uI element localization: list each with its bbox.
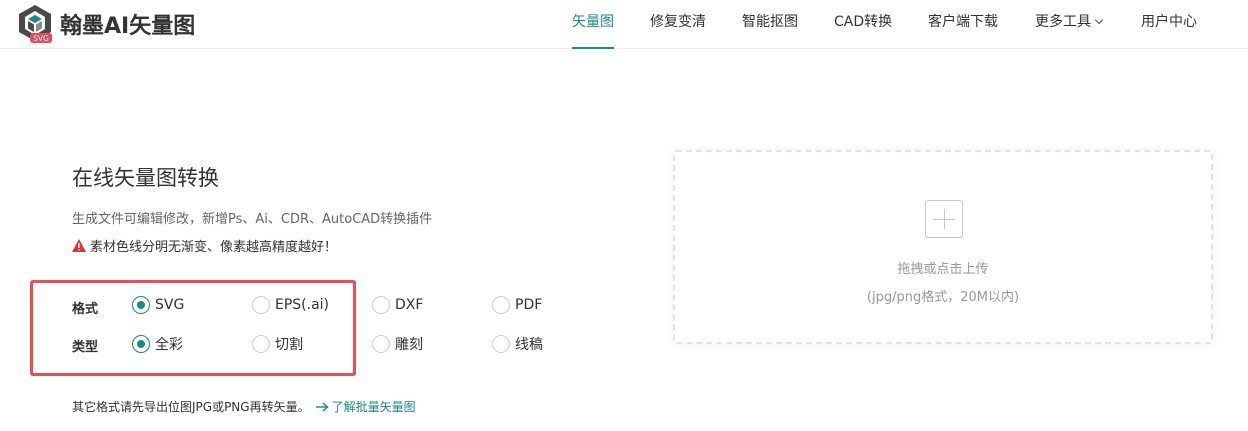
plus-icon xyxy=(925,200,963,238)
radio-icon xyxy=(492,296,510,314)
nav-item-label: 智能抠图 xyxy=(742,14,798,30)
type-fullcolor-radio[interactable]: 全彩 xyxy=(132,334,183,354)
warning-icon xyxy=(72,239,86,252)
type-cut-radio[interactable]: 切割 xyxy=(252,334,303,354)
brand-logo[interactable]: SVG 翰墨AI矢量图 xyxy=(14,3,195,45)
arrow-right-icon xyxy=(315,401,329,412)
note-text: 其它格式请先导出位图JPG或PNG再转矢量。 xyxy=(72,400,310,414)
radio-label: 全彩 xyxy=(155,337,183,353)
nav-item-label: 修复变清 xyxy=(650,14,706,30)
format-note: 其它格式请先导出位图JPG或PNG再转矢量。 了解批量矢量图 xyxy=(72,398,416,415)
warning-text: 素材色线分明无渐变、像素越高精度越好！ xyxy=(90,240,338,255)
radio-label: 线稿 xyxy=(515,337,543,353)
logo-icon: SVG xyxy=(14,3,56,45)
warning-message: 素材色线分明无渐变、像素越高精度越好！ xyxy=(72,236,337,255)
logo-badge-text: SVG xyxy=(33,34,49,43)
nav-item-label: 用户中心 xyxy=(1141,14,1197,30)
radio-icon xyxy=(372,335,390,353)
radio-icon xyxy=(132,335,150,353)
nav-item-label: CAD转换 xyxy=(834,14,893,30)
top-navigation-bar: SVG 翰墨AI矢量图 矢量图 修复变清 智能抠图 CAD转换 客户端下载 更多… xyxy=(0,0,1248,49)
format-pdf-radio[interactable]: PDF xyxy=(492,296,542,314)
radio-label: PDF xyxy=(515,297,543,313)
format-dxf-radio[interactable]: DXF xyxy=(372,296,423,314)
radio-label: EPS(.ai) xyxy=(275,297,330,313)
nav-item-client-download[interactable]: 客户端下载 xyxy=(928,0,998,49)
radio-icon xyxy=(132,296,150,314)
nav-item-label: 矢量图 xyxy=(572,14,614,30)
nav-item-user-center[interactable]: 用户中心 xyxy=(1141,0,1197,49)
radio-icon xyxy=(372,296,390,314)
radio-icon xyxy=(252,296,270,314)
batch-vector-link[interactable]: 了解批量矢量图 xyxy=(315,398,416,415)
page-title: 在线矢量图转换 xyxy=(72,166,219,190)
nav-item-more-tools[interactable]: 更多工具 xyxy=(1035,0,1104,49)
brand-name: 翰墨AI矢量图 xyxy=(60,14,196,39)
format-label: 格式 xyxy=(72,302,99,317)
nav-item-label: 更多工具 xyxy=(1035,14,1091,30)
radio-label: SVG xyxy=(155,297,185,313)
type-label: 类型 xyxy=(72,340,99,355)
radio-icon xyxy=(252,335,270,353)
nav-item-label: 客户端下载 xyxy=(928,14,998,30)
nav-item-cutout[interactable]: 智能抠图 xyxy=(742,0,798,49)
upload-title: 拖拽或点击上传 xyxy=(897,262,989,277)
page-subtitle: 生成文件可编辑修改，新增Ps、Ai、CDR、AutoCAD转换插件 xyxy=(72,212,433,227)
nav-item-vector[interactable]: 矢量图 xyxy=(566,0,620,49)
radio-icon xyxy=(492,335,510,353)
format-eps-radio[interactable]: EPS(.ai) xyxy=(252,296,329,314)
format-svg-radio[interactable]: SVG xyxy=(132,296,184,314)
nav-item-restore[interactable]: 修复变清 xyxy=(650,0,706,49)
link-text: 了解批量矢量图 xyxy=(331,400,416,414)
radio-label: 雕刻 xyxy=(395,337,423,353)
chevron-down-icon xyxy=(1094,15,1104,25)
radio-label: DXF xyxy=(395,297,424,313)
upload-hint: (jpg/png格式，20M以内) xyxy=(866,290,1020,305)
type-lineart-radio[interactable]: 线稿 xyxy=(492,334,543,354)
upload-dropzone[interactable]: 拖拽或点击上传 (jpg/png格式，20M以内) xyxy=(673,150,1213,344)
type-engrave-radio[interactable]: 雕刻 xyxy=(372,334,423,354)
nav-item-cad[interactable]: CAD转换 xyxy=(834,0,892,49)
options-highlight-box xyxy=(30,280,356,376)
radio-label: 切割 xyxy=(275,337,303,353)
